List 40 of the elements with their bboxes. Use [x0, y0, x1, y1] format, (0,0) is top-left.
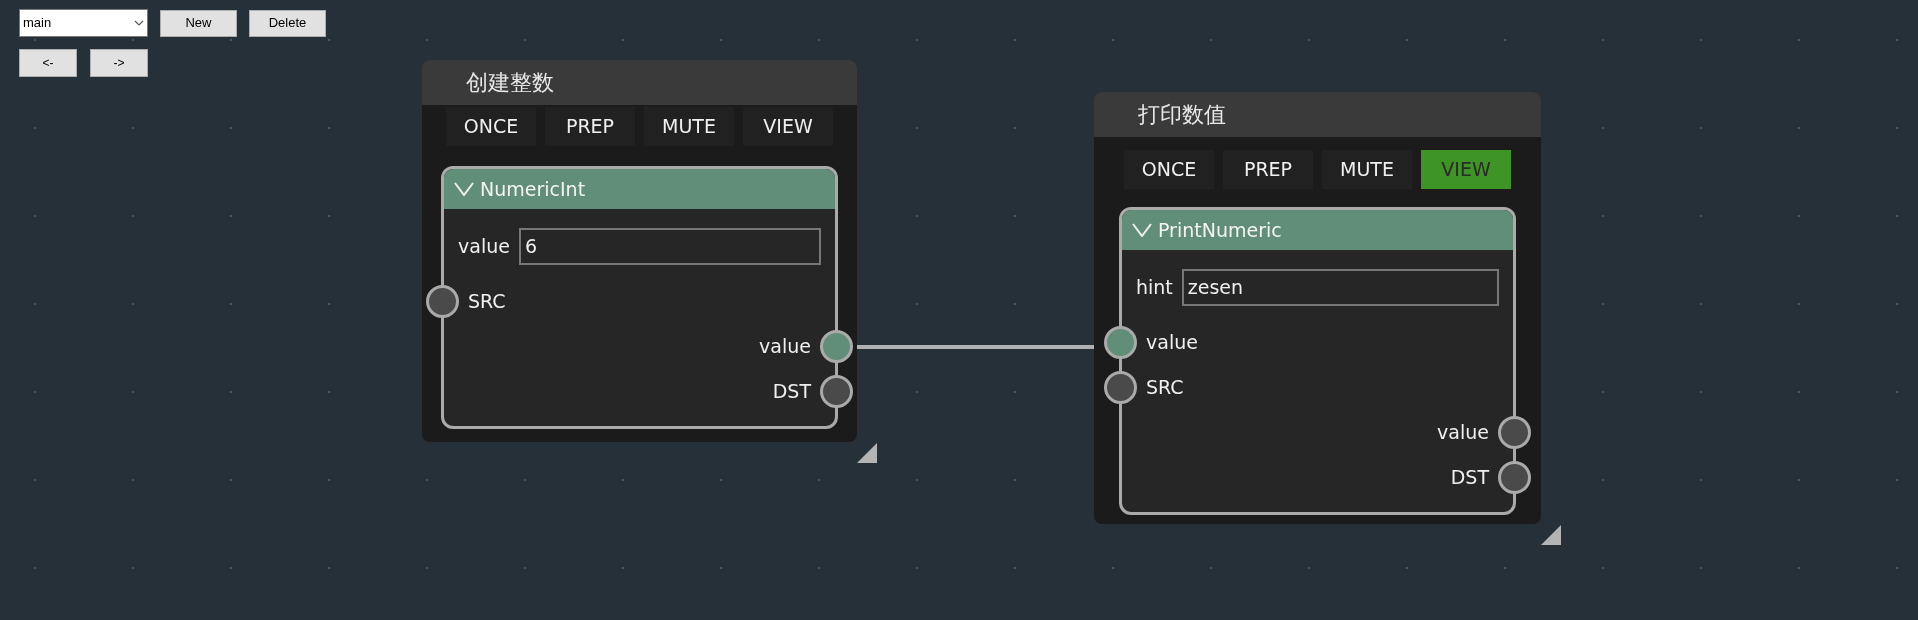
- component-title: NumericInt: [480, 176, 586, 202]
- field-label: hint: [1136, 274, 1173, 300]
- mode-toggle[interactable]: PREP: [545, 107, 635, 146]
- port-label: value: [759, 334, 811, 360]
- toolbar-button[interactable]: New: [160, 9, 237, 37]
- port-socket[interactable]: [820, 330, 853, 363]
- port-label: SRC: [468, 289, 506, 315]
- node-title: 创建整数: [466, 69, 554, 97]
- port-label: value: [1146, 330, 1198, 356]
- mode-toggle[interactable]: MUTE: [644, 107, 734, 146]
- port-label: SRC: [1146, 375, 1184, 401]
- port-socket[interactable]: [1498, 461, 1531, 494]
- input-field[interactable]: zesen: [1181, 268, 1499, 306]
- port-socket[interactable]: [1498, 416, 1531, 449]
- nav-button[interactable]: ->: [90, 49, 148, 77]
- mode-toggle[interactable]: PREP: [1223, 150, 1313, 189]
- chevron-down-icon[interactable]: [1132, 223, 1152, 237]
- chevron-down-icon: [134, 20, 144, 26]
- port-label: value: [1437, 420, 1489, 446]
- node-header[interactable]: 打印数值: [1094, 92, 1541, 137]
- node-title: 打印数值: [1138, 101, 1226, 129]
- port-label: DST: [1450, 465, 1489, 491]
- port-label: DST: [772, 379, 811, 405]
- port-socket[interactable]: [820, 375, 853, 408]
- toolbar-button[interactable]: Delete: [249, 9, 326, 37]
- mode-toggle[interactable]: ONCE: [446, 107, 536, 146]
- port-socket[interactable]: [1104, 371, 1137, 404]
- chevron-down-icon[interactable]: [454, 182, 474, 196]
- input-field[interactable]: 6: [518, 227, 821, 265]
- port-socket[interactable]: [426, 285, 459, 318]
- mode-toggle[interactable]: VIEW: [1421, 150, 1511, 189]
- mode-toggle[interactable]: ONCE: [1124, 150, 1214, 189]
- node-header[interactable]: 创建整数: [422, 60, 857, 105]
- graph-select[interactable]: main: [19, 9, 148, 37]
- field-label: value: [458, 233, 510, 259]
- nav-button[interactable]: <-: [19, 49, 77, 77]
- mode-toggle[interactable]: VIEW: [743, 107, 833, 146]
- component-title: PrintNumeric: [1158, 217, 1282, 243]
- port-socket[interactable]: [1104, 326, 1137, 359]
- mode-toggle[interactable]: MUTE: [1322, 150, 1412, 189]
